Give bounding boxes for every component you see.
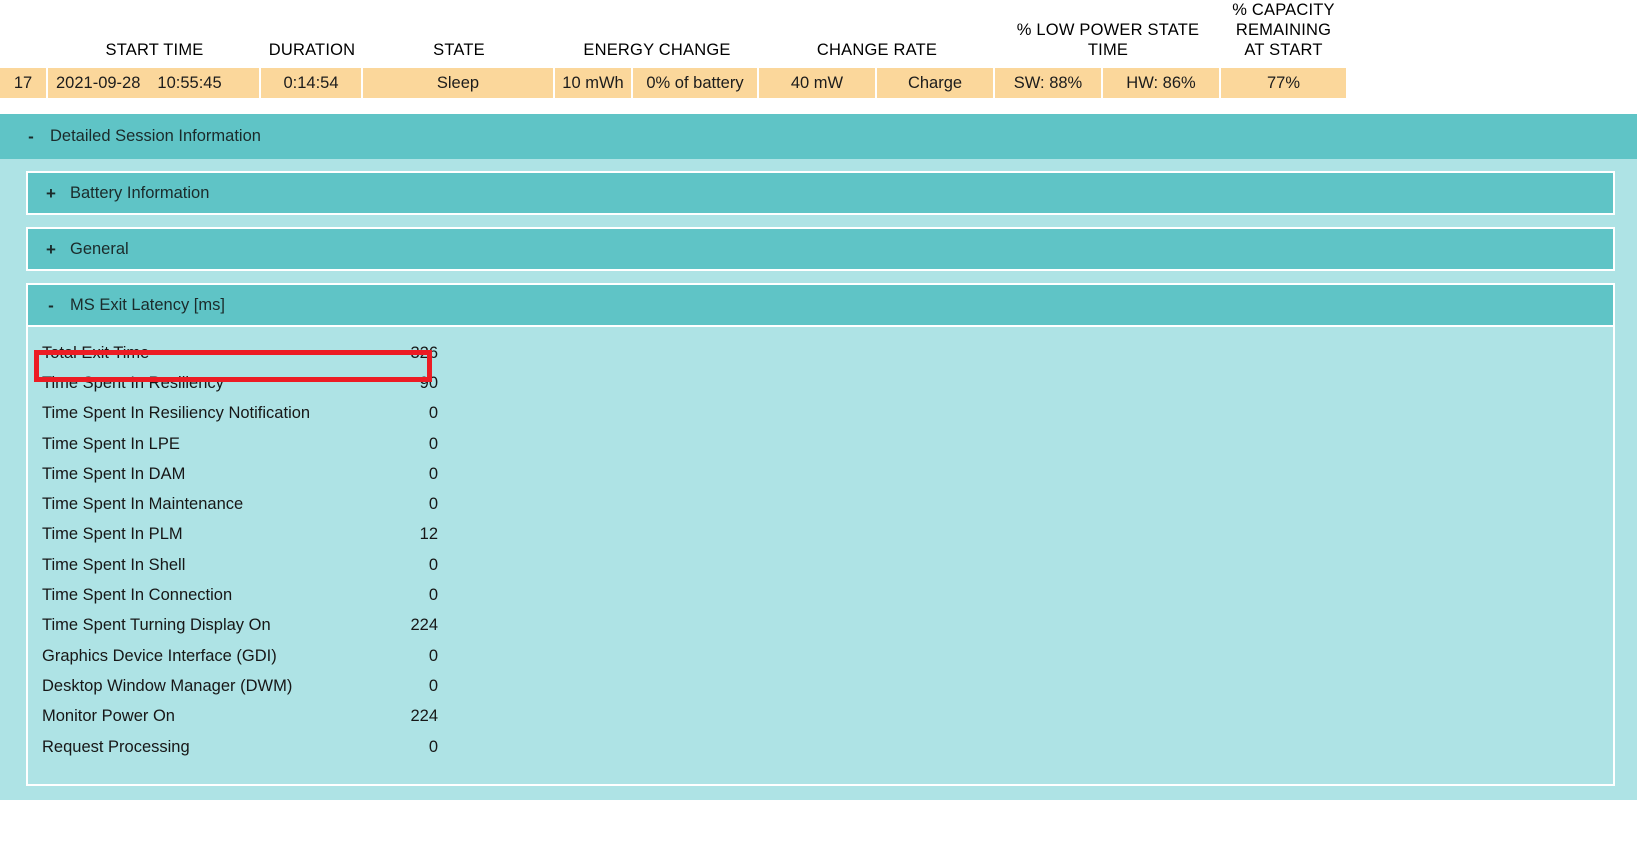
cell-state: Sleep [363, 68, 555, 98]
list-item: Graphics Device Interface (GDI) 0 [28, 641, 1613, 671]
metric-label: Total Exit Time [42, 343, 150, 362]
expand-plus-icon[interactable]: + [46, 241, 56, 258]
list-item: Time Spent In LPE 0 [28, 429, 1613, 459]
metric-label: Time Spent Turning Display On [42, 616, 271, 635]
metric-value: 90 [419, 373, 438, 392]
list-item: Total Exit Time 326 [28, 338, 1613, 368]
expand-plus-icon[interactable]: + [46, 185, 56, 202]
list-item: Monitor Power On 224 [28, 702, 1613, 732]
ms-exit-latency-header[interactable]: - MS Exit Latency [ms] [26, 283, 1615, 327]
cell-energy-change-percent: 0% of battery [633, 68, 759, 98]
detailed-session-information-header[interactable]: - Detailed Session Information [0, 114, 1637, 159]
session-summary-table: START TIME DURATION STATE ENERGY CHANGE … [0, 0, 1346, 98]
column-header-change-rate: CHANGE RATE [816, 41, 938, 59]
cell-low-power-hw: HW: 86% [1103, 68, 1221, 98]
list-item: Desktop Window Manager (DWM) 0 [28, 671, 1613, 701]
cell-capacity-remaining: 77% [1221, 68, 1346, 98]
metric-label: Time Spent In Resiliency Notification [42, 404, 311, 423]
battery-information-header[interactable]: + Battery Information [26, 171, 1615, 215]
list-item: Request Processing 0 [28, 732, 1613, 762]
metric-label: Time Spent In Maintenance [42, 495, 244, 514]
capacity-header-line-3: AT START [1244, 41, 1323, 59]
metric-value: 0 [428, 495, 438, 514]
collapse-minus-icon[interactable]: - [46, 297, 56, 314]
metric-label: Monitor Power On [42, 707, 175, 726]
metric-value: 0 [428, 464, 438, 483]
metric-label: Desktop Window Manager (DWM) [42, 676, 293, 695]
column-header-index [0, 60, 48, 68]
metric-label: Time Spent In Shell [42, 555, 186, 574]
cell-duration: 0:14:54 [261, 68, 363, 98]
metric-label: Time Spent In Connection [42, 586, 233, 605]
ms-exit-latency-section: - MS Exit Latency [ms] Total Exit Time 32… [26, 283, 1615, 787]
list-item: Time Spent In PLM 12 [28, 520, 1613, 550]
metric-value: 0 [428, 404, 438, 423]
metric-label: Graphics Device Interface (GDI) [42, 646, 277, 665]
cell-session-index: 17 [0, 68, 48, 98]
metric-value: 224 [410, 616, 438, 635]
cell-start-time: 2021-09-28 10:55:45 [48, 68, 261, 98]
metric-label: Time Spent In DAM [42, 464, 186, 483]
detailed-session-information-label: Detailed Session Information [50, 127, 261, 145]
detailed-session-information-panel: - Detailed Session Information + Battery… [0, 114, 1637, 801]
metric-value: 0 [428, 676, 438, 695]
list-item: Time Spent In Connection 0 [28, 580, 1613, 610]
metric-value: 0 [428, 737, 438, 756]
capacity-header-line-2: REMAINING [1235, 21, 1332, 39]
metric-value: 326 [410, 343, 438, 362]
general-section: + General [26, 227, 1615, 271]
collapse-minus-icon[interactable]: - [26, 128, 36, 145]
list-item: Time Spent In DAM 0 [28, 459, 1613, 489]
general-label: General [70, 239, 129, 258]
ms-exit-latency-metric-list: Total Exit Time 326 Time Spent In Resilien… [28, 338, 1613, 762]
battery-information-label: Battery Information [70, 183, 210, 202]
metric-value: 0 [428, 646, 438, 665]
metric-value: 0 [428, 434, 438, 453]
list-item: Time Spent Turning Display On 224 [28, 611, 1613, 641]
cell-change-direction: Charge [877, 68, 995, 98]
metric-label: Time Spent In PLM [42, 525, 183, 544]
column-header-low-power-state-time: % LOW POWER STATE TIME [1016, 21, 1200, 59]
cell-change-rate: 40 mW [759, 68, 877, 98]
battery-information-section: + Battery Information [26, 171, 1615, 215]
ms-exit-latency-label: MS Exit Latency [ms] [70, 295, 225, 314]
metric-value: 0 [428, 555, 438, 574]
metric-value: 12 [419, 525, 438, 544]
cell-energy-change: 10 mWh [555, 68, 633, 98]
cell-low-power-sw: SW: 88% [995, 68, 1103, 98]
metric-value: 0 [428, 586, 438, 605]
column-header-duration: DURATION [268, 41, 356, 59]
general-header[interactable]: + General [26, 227, 1615, 271]
capacity-header-line-1: % CAPACITY [1232, 1, 1335, 19]
metric-label: Time Spent In LPE [42, 434, 180, 453]
detailed-session-information-body: + Battery Information + General - MS Exi… [0, 159, 1637, 801]
list-item: Time Spent In Shell 0 [28, 550, 1613, 580]
column-header-capacity-remaining: % CAPACITY REMAINING AT START [1221, 0, 1346, 68]
column-header-start-time: START TIME [105, 41, 204, 59]
start-date: 2021-09-28 [56, 73, 141, 92]
column-header-state: STATE [433, 41, 485, 59]
ms-exit-latency-body: Total Exit Time 326 Time Spent In Resilien… [26, 327, 1615, 787]
metric-value: 224 [410, 707, 438, 726]
table-row[interactable]: 17 2021-09-28 10:55:45 0:14:54 Sleep 10 … [0, 68, 1346, 98]
start-clock: 10:55:45 [157, 73, 222, 92]
list-item: Time Spent In Resiliency 90 [28, 368, 1613, 398]
session-table-header-row: START TIME DURATION STATE ENERGY CHANGE … [0, 0, 1346, 68]
metric-label: Time Spent In Resiliency [42, 373, 224, 392]
list-item: Time Spent In Maintenance 0 [28, 489, 1613, 519]
column-header-energy-change: ENERGY CHANGE [583, 41, 731, 59]
metric-label: Request Processing [42, 737, 190, 756]
list-item: Time Spent In Resiliency Notification 0 [28, 399, 1613, 429]
